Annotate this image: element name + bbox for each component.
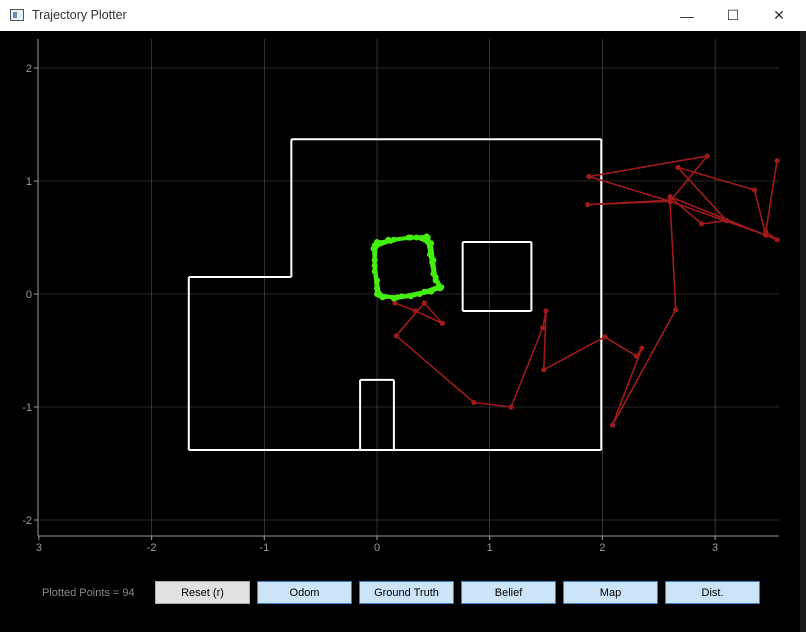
odom-point — [412, 308, 418, 314]
ground-truth-point — [390, 236, 397, 243]
trajectory-plot[interactable]: 3 -2 -1 0 1 2 3 2 1 0 -1 -2 — [0, 31, 806, 570]
odom-point — [774, 158, 780, 164]
x-tick-label: 1 — [487, 542, 493, 554]
odom-point — [699, 221, 705, 227]
app-icon — [10, 9, 24, 21]
ground-truth-point — [416, 291, 423, 297]
y-tick-label: 0 — [26, 289, 32, 301]
x-tick-label: 0 — [374, 542, 380, 554]
odom-point — [393, 333, 399, 339]
x-tick-label: 3 — [36, 542, 42, 554]
ground-truth-point — [376, 292, 383, 299]
odom-point — [543, 308, 549, 314]
ground-truth-point — [374, 277, 380, 284]
odom-point — [763, 229, 769, 235]
ground-truth-point — [405, 234, 412, 241]
odom-trajectory — [392, 153, 780, 428]
ground-truth-trajectory — [370, 233, 445, 302]
odom-button[interactable]: Odom — [257, 581, 352, 604]
ground-truth-point — [424, 239, 431, 245]
side-edge — [800, 31, 806, 632]
ground-truth-point — [385, 236, 392, 243]
map-button[interactable]: Map — [563, 581, 658, 604]
odom-point — [667, 198, 673, 204]
ground-truth-point — [432, 277, 439, 284]
belief-button[interactable]: Belief — [461, 581, 556, 604]
odom-point — [639, 345, 645, 351]
odom-point — [751, 187, 758, 193]
ground-truth-point — [413, 234, 420, 241]
y-tick-label: -1 — [22, 402, 32, 414]
ground-truth-point — [371, 257, 378, 264]
odom-point — [675, 164, 681, 170]
odom-point — [540, 325, 546, 331]
odom-point — [673, 307, 679, 313]
ground-truth-point — [437, 285, 444, 292]
odom-point — [586, 173, 592, 180]
odom-line — [394, 155, 778, 426]
ground-truth-point — [407, 293, 414, 300]
window-title: Trajectory Plotter — [32, 8, 127, 22]
ground-truth-button[interactable]: Ground Truth — [359, 581, 454, 604]
grid — [38, 39, 779, 536]
map-walls — [187, 138, 603, 451]
odom-point — [609, 422, 616, 428]
ground-truth-point — [371, 268, 378, 275]
tick-labels: 3 -2 -1 0 1 2 3 2 1 0 -1 -2 — [22, 63, 718, 554]
ground-truth-point — [371, 262, 378, 269]
odom-point — [508, 404, 514, 410]
dist-button[interactable]: Dist. — [665, 581, 760, 604]
ground-truth-point — [374, 285, 380, 292]
odom-point — [774, 237, 780, 243]
maximize-button[interactable]: ☐ — [710, 0, 756, 31]
odom-point — [602, 334, 608, 340]
y-tick-label: -2 — [22, 515, 32, 527]
ground-truth-point — [428, 288, 435, 295]
ground-truth-point — [429, 259, 436, 266]
odom-point — [704, 153, 710, 159]
ground-truth-point — [394, 294, 401, 301]
ground-truth-point — [427, 251, 433, 258]
odom-point — [667, 194, 673, 200]
x-tick-label: 3 — [712, 542, 718, 554]
close-button[interactable]: ✕ — [756, 0, 802, 31]
odom-point — [633, 353, 639, 359]
ground-truth-point — [372, 243, 379, 250]
reset-button[interactable]: Reset (r) — [155, 581, 250, 604]
x-tick-label: 2 — [599, 542, 605, 554]
app-window: Trajectory Plotter — ☐ ✕ 3 -2 -1 0 1 2 3 2 1 0 -1 -… — [0, 0, 806, 632]
y-tick-label: 1 — [26, 176, 32, 188]
odom-point — [585, 202, 591, 208]
minimize-button[interactable]: — — [664, 0, 710, 31]
title-bar[interactable]: Trajectory Plotter — ☐ ✕ — [0, 0, 806, 31]
y-tick-label: 2 — [26, 63, 32, 75]
odom-point — [439, 320, 445, 326]
odom-point — [471, 399, 477, 406]
x-tick-label: -1 — [259, 542, 269, 554]
ground-truth-point — [430, 270, 437, 277]
odom-point — [541, 367, 547, 373]
x-tick-label: -2 — [147, 542, 157, 554]
odom-point — [421, 300, 427, 306]
plotted-points-label: Plotted Points = 94 — [42, 587, 135, 599]
odom-point — [723, 218, 730, 224]
